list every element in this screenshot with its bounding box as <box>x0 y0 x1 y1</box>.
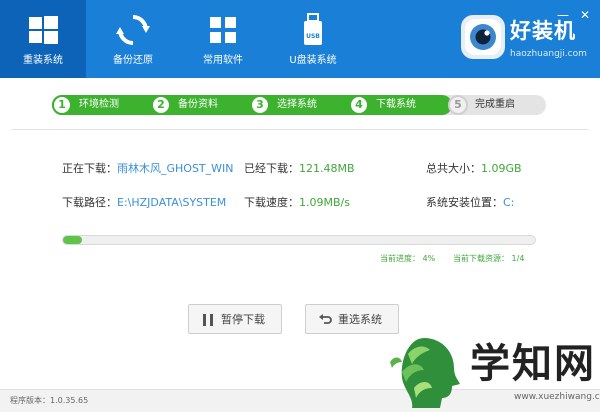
step-number: 2 <box>151 95 171 115</box>
path-value: E:\HZJDATA\SYSTEM <box>117 196 227 209</box>
pause-download-button[interactable]: 暂停下载 <box>188 304 282 334</box>
install-location: 系统安装位置：C: <box>426 196 514 210</box>
download-progress-bar <box>62 235 536 245</box>
usb-icon: USB <box>304 13 322 45</box>
watermark-url: www.xuezhiwang.com <box>514 392 600 402</box>
download-path: 下载路径：E:\HZJDATA\SYSTEM <box>62 196 226 210</box>
pause-download-label: 暂停下载 <box>221 313 265 326</box>
brand-url: haozhuangji.com <box>510 49 587 59</box>
speed-value: 1.09MB/s <box>299 196 350 209</box>
nav-label: 常用软件 <box>203 55 243 66</box>
path-label: 下载路径： <box>62 196 117 209</box>
download-speed: 下载速度：1.09MB/s <box>244 196 350 210</box>
downloaded-size: 已经下载：121.48MB <box>244 162 355 176</box>
eye-logo-icon <box>461 15 505 59</box>
nav-item-reinstall-system[interactable]: 重装系统 <box>0 0 86 78</box>
refresh-icon <box>116 15 150 45</box>
step-label: 完成重启 <box>475 99 515 110</box>
nav-item-usb-install[interactable]: USB U盘装系统 <box>270 0 356 78</box>
progress-fill <box>63 236 82 244</box>
back-arrow-icon <box>319 314 332 324</box>
brand-name: 好装机 <box>510 19 576 43</box>
nav-label: U盘装系统 <box>289 55 337 66</box>
total-size: 总共大小：1.09GB <box>426 162 522 176</box>
current-resource: 当前下载资源： 1/4 <box>453 254 524 264</box>
install-label: 系统安装位置： <box>426 196 503 209</box>
downloading-value: 雨林木风_GHOST_WIN <box>117 162 234 175</box>
current-progress-value: 4% <box>422 254 436 263</box>
install-value: C: <box>503 196 515 209</box>
program-version: 程序版本：1.0.35.65 <box>10 396 89 405</box>
current-progress-label: 当前进度： <box>380 254 420 263</box>
step-number: 4 <box>349 95 369 115</box>
total-value: 1.09GB <box>481 162 522 175</box>
nav-item-backup-restore[interactable]: 备份还原 <box>90 0 176 78</box>
downloaded-value: 121.48MB <box>299 162 355 175</box>
top-bar: 重装系统 备份还原 常用软件 USB U盘装系统 好装机 haozhuangji… <box>0 0 600 78</box>
grid-icon <box>210 17 236 43</box>
svg-text:USB: USB <box>306 33 320 40</box>
close-button[interactable]: ✕ <box>578 8 592 22</box>
watermark: 学知网 www.xuezhiwang.com <box>384 330 600 410</box>
speed-label: 下载速度： <box>244 196 299 209</box>
current-resource-label: 当前下载资源： <box>453 254 509 263</box>
total-label: 总共大小： <box>426 162 481 175</box>
minimize-button[interactable]: — <box>556 8 570 22</box>
windows-icon <box>29 16 58 44</box>
step-label: 备份资料 <box>178 99 218 110</box>
step-number: 3 <box>250 95 270 115</box>
step-label: 下载系统 <box>376 99 416 110</box>
watermark-text: 学知网 <box>470 341 596 387</box>
step-label: 选择系统 <box>277 99 317 110</box>
downloading-item: 正在下载：雨林木风_GHOST_WIN <box>62 162 234 176</box>
current-resource-value: 1/4 <box>511 254 525 263</box>
nav-label: 备份还原 <box>113 55 153 66</box>
install-steps: 1 环境检测 2 备份资料 3 选择系统 4 下载系统 5 完成重启 <box>52 95 546 115</box>
nav-label: 重装系统 <box>23 55 63 66</box>
divider <box>12 129 588 130</box>
reselect-system-label: 重选系统 <box>338 313 382 326</box>
downloaded-label: 已经下载： <box>244 162 299 175</box>
downloading-label: 正在下载： <box>62 162 117 175</box>
current-progress: 当前进度： 4% <box>380 254 435 264</box>
leaf-head-logo-icon <box>390 338 460 408</box>
step-number: 5 <box>448 95 468 115</box>
step-number: 1 <box>52 95 72 115</box>
nav-item-common-software[interactable]: 常用软件 <box>180 0 266 78</box>
pause-icon <box>203 314 213 326</box>
step-label: 环境检测 <box>79 99 119 110</box>
